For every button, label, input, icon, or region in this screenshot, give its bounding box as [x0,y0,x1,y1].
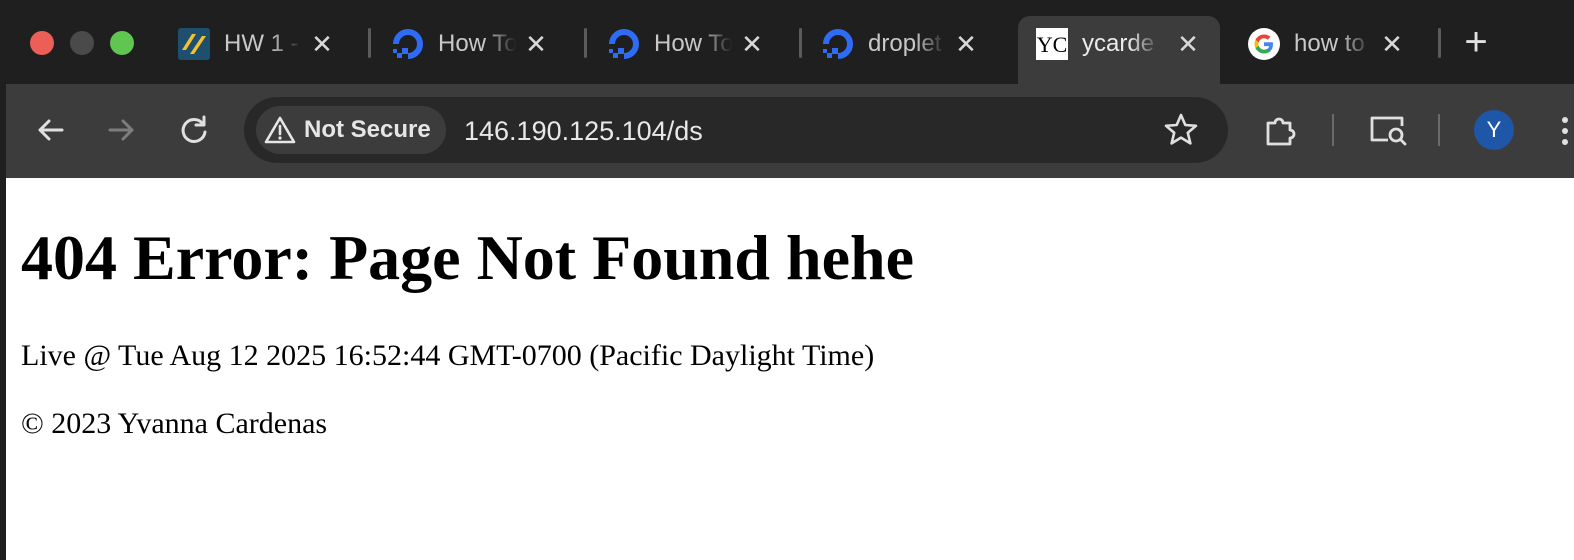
digitalocean-icon [822,28,854,60]
tab-title: How To [654,30,732,57]
puzzle-icon[interactable] [1262,110,1302,150]
tab-google-search[interactable]: how to ✕ [1236,22,1422,66]
yc-monogram-icon: YC [1036,28,1068,60]
arrow-left-icon[interactable] [30,110,70,150]
digitalocean-icon [392,28,424,60]
search-screen-icon[interactable] [1368,110,1412,150]
page-content: 404 Error: Page Not Found hehe Live @ Tu… [6,178,1574,560]
tab-droplet[interactable]: droplet ✕ [810,22,996,66]
browser-window: HW 1 - ✕ How To ✕ How To ✕ droplet ✕ YC … [0,0,1574,560]
tab-close-icon[interactable]: ✕ [522,30,550,58]
reload-icon[interactable] [174,110,214,150]
tab-strip: HW 1 - ✕ How To ✕ How To ✕ droplet ✕ YC … [6,0,1574,84]
arrow-right-icon[interactable] [102,110,142,150]
profile-avatar[interactable]: Y [1474,110,1514,150]
tab-separator [1438,28,1441,58]
page-heading: 404 Error: Page Not Found hehe [21,222,914,293]
tab-close-icon[interactable]: ✕ [1378,30,1406,58]
tab-separator [368,28,371,58]
browser-toolbar: Not Secure 146.190.125.104/ds Y [6,84,1574,178]
window-maximize-button[interactable] [110,31,134,55]
not-secure-chip[interactable]: Not Secure [256,106,446,154]
toolbar-divider [1332,114,1334,146]
copyright-text: © 2023 Yvanna Cardenas [21,407,328,440]
tab-title: droplet [868,30,942,57]
address-bar[interactable]: Not Secure 146.190.125.104/ds [244,97,1228,163]
svg-text:YC: YC [1037,32,1068,57]
tab-howto-2[interactable]: How To ✕ [596,22,782,66]
window-minimize-button[interactable] [70,31,94,55]
tab-close-icon[interactable]: ✕ [308,30,336,58]
star-icon[interactable] [1162,111,1200,149]
tab-title: ycarde [1082,30,1155,57]
tab-howto-1[interactable]: How To ✕ [380,22,566,66]
tab-title: How To [438,30,516,57]
tab-title: how to [1294,30,1365,57]
tab-close-icon[interactable]: ✕ [1174,30,1202,58]
tab-close-icon[interactable]: ✕ [738,30,766,58]
digitalocean-icon [608,28,640,60]
url-text[interactable]: 146.190.125.104/ds [464,116,703,146]
tab-hw1[interactable]: HW 1 - ✕ [166,22,352,66]
tab-close-icon[interactable]: ✕ [952,30,980,58]
window-close-button[interactable] [30,31,54,55]
toolbar-divider [1438,114,1440,146]
warning-triangle-icon [264,116,296,144]
new-tab-plus-icon[interactable]: + [1458,22,1494,62]
hw-doc-icon [178,28,210,60]
tab-ycarde-active[interactable]: YC ycarde ✕ [1018,16,1220,84]
tab-title: HW 1 - [224,30,299,57]
google-icon [1248,28,1280,60]
tab-separator [584,28,587,58]
live-timestamp-text: Live @ Tue Aug 12 2025 16:52:44 GMT-0700… [21,339,875,372]
kebab-menu-icon[interactable] [1558,112,1568,150]
security-label: Not Secure [304,116,431,143]
tab-separator [799,28,802,58]
